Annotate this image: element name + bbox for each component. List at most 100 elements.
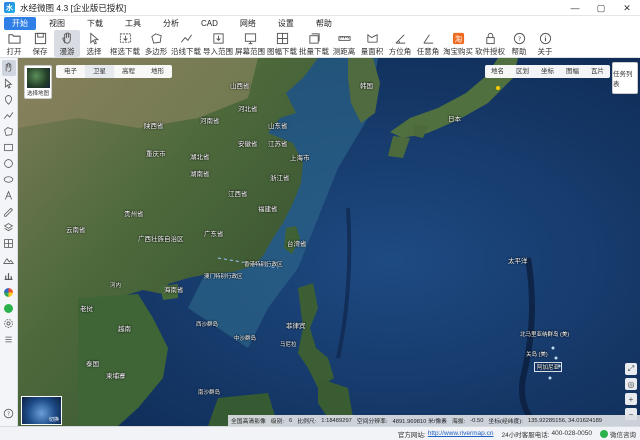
polygon-tool-button[interactable] <box>2 124 16 140</box>
globe-switch-button[interactable]: 切换 <box>21 396 62 425</box>
rectangle-icon <box>3 142 14 155</box>
text-icon <box>3 190 14 203</box>
lock-icon <box>483 32 497 45</box>
menu-bar: 开始 视图 下载 工具 分析 CAD 网络 设置 帮助 <box>0 16 640 30</box>
chart-tool-button[interactable] <box>2 268 16 284</box>
sheet-download-button[interactable]: 图幅下载 <box>266 30 298 57</box>
menu-help[interactable]: 帮助 <box>307 17 341 30</box>
menu-view[interactable]: 视图 <box>40 17 74 30</box>
help-icon: ? <box>512 32 526 45</box>
point-tool-button[interactable] <box>2 92 16 108</box>
grid-tool-button[interactable] <box>2 236 16 252</box>
zoom-in-button[interactable]: + <box>625 393 637 405</box>
select-button[interactable]: 选择 <box>80 30 108 57</box>
tab-elevation[interactable]: 高程 <box>114 65 143 78</box>
globe-switch-label: 切换 <box>48 417 59 423</box>
maximize-button[interactable]: ▢ <box>588 0 614 16</box>
list-tool-button[interactable] <box>2 332 16 348</box>
hand-icon <box>3 62 14 75</box>
terrain-tool-button[interactable] <box>2 252 16 268</box>
left-tool-strip: ? <box>0 58 18 426</box>
fullscreen-button[interactable]: ⤢ <box>625 363 637 375</box>
tab-satellite[interactable]: 卫星 <box>85 65 114 78</box>
import-range-button[interactable]: 导入范围 <box>202 30 234 57</box>
map-source-selector[interactable]: 选择地图 <box>24 65 52 99</box>
menu-settings[interactable]: 设置 <box>269 17 303 30</box>
close-button[interactable]: ✕ <box>614 0 640 16</box>
area-icon <box>365 32 379 45</box>
locate-button[interactable]: ◎ <box>625 378 637 390</box>
license-button[interactable]: 软件授权 <box>474 30 506 57</box>
azimuth-button[interactable]: 方位角 <box>386 30 414 57</box>
layer-placenames-toggle[interactable]: 地名 <box>485 65 510 78</box>
menu-cad[interactable]: CAD <box>192 17 227 30</box>
menu-download[interactable]: 下载 <box>78 17 112 30</box>
window-title: 水经微图 4.3 [企业版已授权] <box>20 2 127 13</box>
free-angle-button[interactable]: 任意角 <box>414 30 442 57</box>
place-label: 阿加尼亚 <box>534 362 563 372</box>
circle-tool-button[interactable] <box>2 156 16 172</box>
wechat-consult-button[interactable]: 微信咨询 <box>600 429 636 439</box>
pan-tool-button[interactable] <box>1 60 16 76</box>
tab-terrain[interactable]: 地形 <box>143 65 172 78</box>
minimize-button[interactable]: — <box>562 0 588 16</box>
place-label: 江西省 <box>228 191 248 198</box>
label-tool-button[interactable] <box>2 204 16 220</box>
about-button[interactable]: 关于 <box>532 30 558 57</box>
layer-coordinates-toggle[interactable]: 坐标 <box>535 65 560 78</box>
import-icon <box>211 32 225 45</box>
save-button[interactable]: 保存 <box>26 30 54 57</box>
layers-icon <box>3 222 14 235</box>
task-list-button[interactable]: 任务列表 <box>612 62 638 94</box>
place-label: 老挝 <box>80 306 93 313</box>
box-download-button[interactable]: 框选下载 <box>108 30 142 57</box>
menu-network[interactable]: 网络 <box>231 17 265 30</box>
layer-sheets-toggle[interactable]: 图幅 <box>560 65 585 78</box>
cursor-icon <box>87 32 101 45</box>
pan-button[interactable]: 漫游 <box>54 30 80 57</box>
layer-divisions-toggle[interactable]: 区划 <box>510 65 535 78</box>
app-window: 水 水经微图 4.3 [企业版已授权] — ▢ ✕ 开始 视图 下载 工具 分析… <box>0 0 640 440</box>
coordinate-value: 135.92285156, 34.01624189 <box>527 417 603 424</box>
line-tool-button[interactable] <box>2 108 16 124</box>
select-tool-button[interactable] <box>2 76 16 92</box>
map-type-tabs: 电子 卫星 高程 地形 <box>56 65 172 78</box>
sheet-icon <box>275 32 289 45</box>
measure-area-button[interactable]: 量面积 <box>358 30 386 57</box>
batch-download-button[interactable]: 批量下载 <box>298 30 330 57</box>
taobao-buy-button[interactable]: 淘 淘宝购买 <box>442 30 474 57</box>
map-source-label: 选择地图 <box>26 91 49 97</box>
sheet-name: 全国高清影像 <box>231 419 266 425</box>
layer-tool-button[interactable] <box>2 220 16 236</box>
globe-tool-button[interactable] <box>2 300 16 316</box>
color-tool-button[interactable] <box>2 284 16 300</box>
help-tool-button[interactable]: ? <box>2 406 16 422</box>
status-bar: 官方网站: http://www.rivermap.cn 24小时客服电话: 4… <box>0 426 640 440</box>
polygon-button[interactable]: 多边形 <box>142 30 170 57</box>
help-button[interactable]: ? 帮助 <box>506 30 532 57</box>
text-tool-button[interactable] <box>2 188 16 204</box>
menu-tools[interactable]: 工具 <box>116 17 150 30</box>
screen-range-button[interactable]: 屏幕范围 <box>234 30 266 57</box>
tool-label: 任意角 <box>416 47 440 56</box>
line-download-button[interactable]: 沿线下载 <box>170 30 202 57</box>
layer-tiles-toggle[interactable]: 瓦片 <box>585 65 610 78</box>
box-download-icon <box>118 32 132 45</box>
measure-distance-button[interactable]: 测距离 <box>330 30 358 57</box>
tab-electronic[interactable]: 电子 <box>56 65 85 78</box>
place-label: 福建省 <box>258 206 278 213</box>
tool-label: 淘宝购买 <box>443 47 473 56</box>
taobao-icon: 淘 <box>451 32 465 45</box>
rectangle-tool-button[interactable] <box>2 140 16 156</box>
ellipse-tool-button[interactable] <box>2 172 16 188</box>
list-icon <box>3 334 14 347</box>
map-canvas[interactable]: 山西省 河北省 山东省 河南省 陕西省 安徽省 江苏省 湖北省 上海市 重庆市 … <box>18 58 640 426</box>
menu-start[interactable]: 开始 <box>4 16 36 30</box>
official-site-link[interactable]: http://www.rivermap.cn <box>428 430 494 437</box>
place-label: 南沙群岛 <box>198 390 221 396</box>
menu-analysis[interactable]: 分析 <box>154 17 188 30</box>
title-bar: 水 水经微图 4.3 [企业版已授权] — ▢ ✕ <box>0 0 640 16</box>
open-button[interactable]: 打开 <box>2 30 26 57</box>
coordinate-label: 坐标(经纬度): <box>488 419 523 425</box>
settings-tool-button[interactable] <box>2 316 16 332</box>
